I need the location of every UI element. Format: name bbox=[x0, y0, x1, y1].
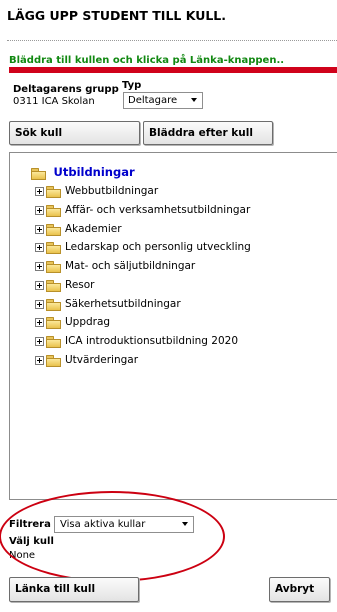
link-cohort-button[interactable]: Länka till kull bbox=[9, 577, 139, 602]
tree-node[interactable]: ICA introduktionsutbildning 2020 bbox=[35, 333, 238, 349]
tree-node-label: Akademier bbox=[65, 223, 122, 235]
progress-bar bbox=[9, 67, 337, 73]
search-cohort-button[interactable]: Sök kull bbox=[9, 121, 140, 145]
plus-icon[interactable] bbox=[35, 280, 44, 290]
page-title: LÄGG UPP STUDENT TILL KULL. bbox=[7, 8, 227, 23]
folder-icon bbox=[46, 335, 61, 348]
folder-icon bbox=[46, 316, 61, 329]
plus-icon[interactable] bbox=[35, 205, 44, 215]
instruction-text: Bläddra till kullen och klicka på Länka-… bbox=[9, 55, 285, 66]
tree-node-label: Resor bbox=[65, 279, 95, 291]
tree-node[interactable]: Resor bbox=[35, 277, 95, 293]
tree-node[interactable]: Säkerhetsutbildningar bbox=[35, 296, 181, 312]
filter-label: Filtrera bbox=[9, 519, 51, 530]
folder-icon bbox=[46, 298, 61, 311]
plus-icon[interactable] bbox=[35, 261, 44, 271]
tree-node[interactable]: Utvärderingar bbox=[35, 352, 138, 368]
browse-cohort-button[interactable]: Bläddra efter kull bbox=[143, 121, 273, 145]
filter-select[interactable]: Visa aktiva kullar bbox=[54, 516, 194, 533]
folder-icon bbox=[46, 241, 61, 254]
tree-node-label: Uppdrag bbox=[65, 316, 111, 328]
filter-select-value: Visa aktiva kullar bbox=[60, 519, 146, 530]
tree-node-label: Utvärderingar bbox=[65, 354, 139, 366]
tree-node-label: Affär- och verksamhetsutbildningar bbox=[65, 204, 251, 216]
tree-node-label: Säkerhetsutbildningar bbox=[65, 298, 181, 310]
type-label: Typ bbox=[122, 80, 142, 91]
tree-root-label: Utbildningar bbox=[53, 165, 135, 179]
type-select-value: Deltagare bbox=[128, 95, 178, 106]
group-label: Deltagarens grupp bbox=[13, 84, 119, 95]
folder-icon bbox=[46, 260, 61, 273]
plus-icon[interactable] bbox=[35, 336, 44, 346]
tree-node[interactable]: Webbutbildningar bbox=[35, 183, 158, 199]
plus-icon[interactable] bbox=[35, 317, 44, 327]
folder-icon bbox=[46, 279, 61, 292]
tree-node-label: ICA introduktionsutbildning 2020 bbox=[65, 335, 239, 347]
folder-icon bbox=[46, 204, 61, 217]
plus-icon[interactable] bbox=[35, 355, 44, 365]
tree-node[interactable]: Affär- och verksamhetsutbildningar bbox=[35, 202, 250, 218]
plus-icon[interactable] bbox=[35, 299, 44, 309]
folder-icon bbox=[46, 185, 61, 198]
plus-icon[interactable] bbox=[35, 224, 44, 234]
tree-node-label: Webbutbildningar bbox=[65, 185, 159, 197]
tree-node-label: Ledarskap och personlig utveckling bbox=[65, 241, 251, 253]
type-select[interactable]: Deltagare bbox=[123, 92, 203, 109]
group-value: 0311 ICA Skolan bbox=[13, 96, 95, 107]
tree-node[interactable]: Ledarskap och personlig utveckling bbox=[35, 239, 251, 255]
tree-root[interactable]: Utbildningar bbox=[30, 165, 135, 180]
select-cohort-value: None bbox=[9, 550, 36, 561]
tree-node[interactable]: Uppdrag bbox=[35, 314, 110, 330]
chevron-down-icon bbox=[182, 522, 188, 526]
plus-icon[interactable] bbox=[35, 186, 44, 196]
tree-panel: Utbildningar Webbutbildningar Affär- och… bbox=[9, 152, 337, 500]
chevron-down-icon bbox=[191, 98, 197, 102]
cancel-button[interactable]: Avbryt bbox=[269, 577, 330, 602]
tree-node-label: Mat- och säljutbildningar bbox=[65, 260, 196, 272]
tree-node[interactable]: Akademier bbox=[35, 221, 122, 237]
folder-icon bbox=[46, 223, 61, 236]
select-cohort-label: Välj kull bbox=[9, 536, 54, 547]
plus-icon[interactable] bbox=[35, 242, 44, 252]
title-divider bbox=[7, 40, 337, 41]
folder-icon bbox=[46, 354, 61, 367]
tree-node[interactable]: Mat- och säljutbildningar bbox=[35, 258, 195, 274]
folder-icon bbox=[31, 167, 46, 180]
